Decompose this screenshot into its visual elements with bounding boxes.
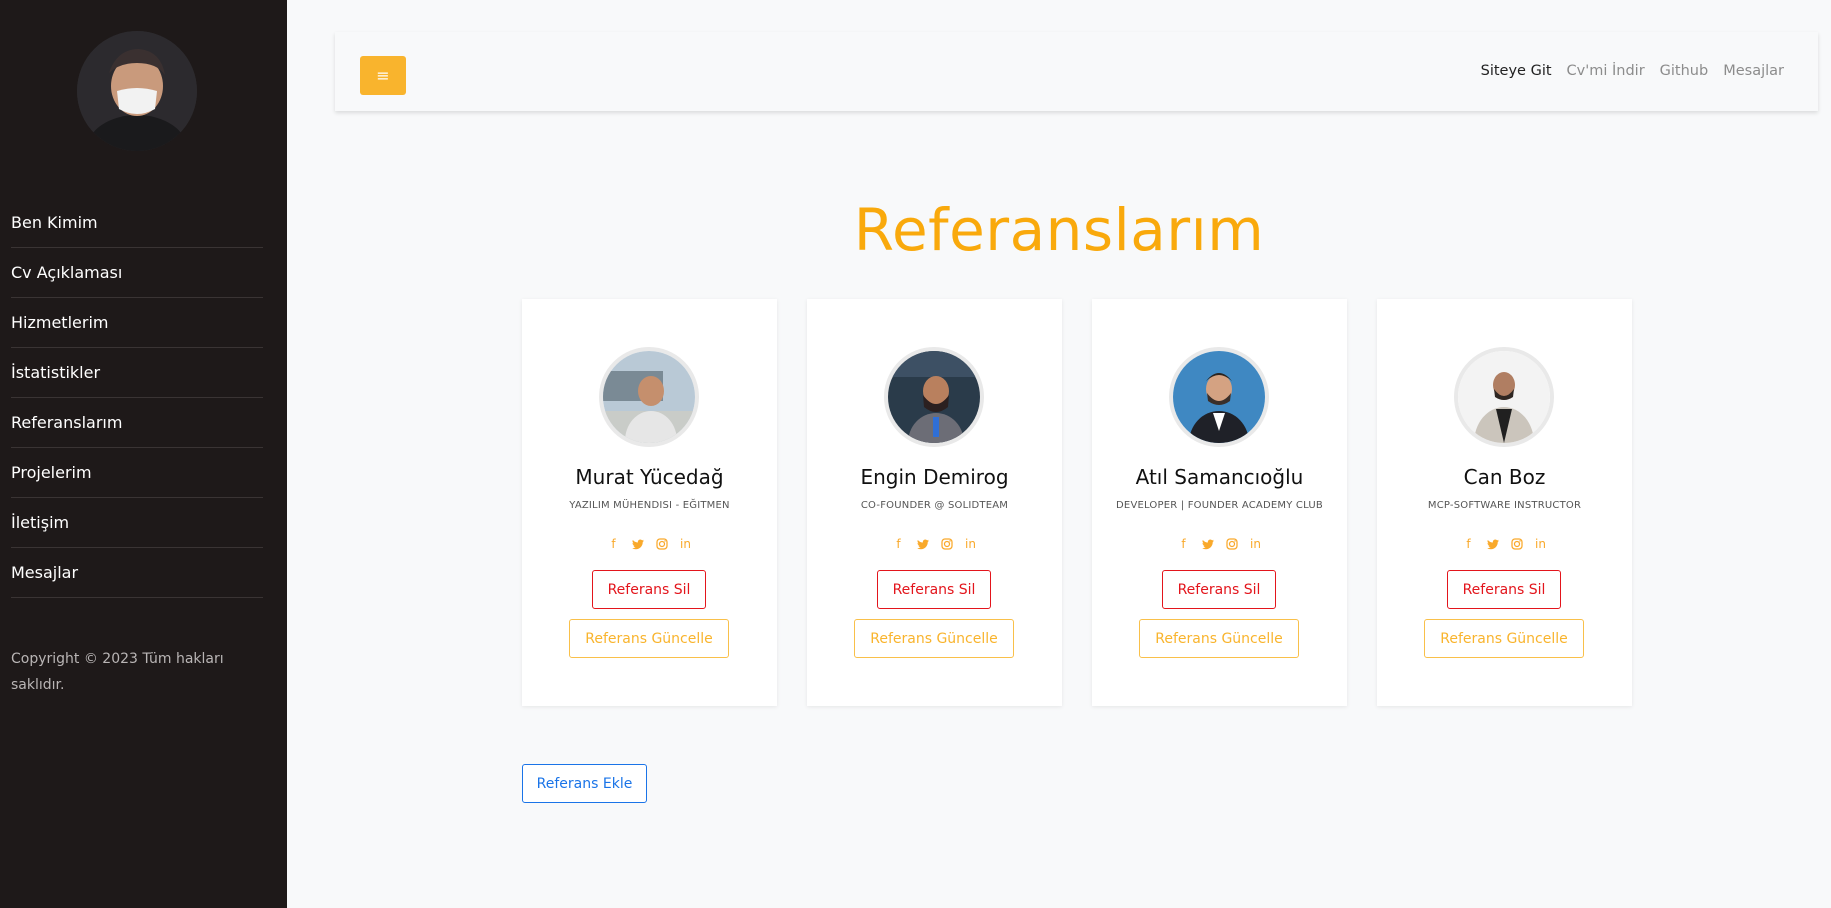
- reference-role: MCP-SOFTWARE INSTRUCTOR: [1427, 500, 1582, 511]
- twitter-icon[interactable]: [631, 537, 644, 551]
- reference-role: YAZILIM MÜHENDISI - EĞITMEN: [569, 500, 730, 511]
- linkedin-icon[interactable]: in: [1535, 537, 1547, 551]
- reference-name: Murat Yücedağ: [575, 465, 724, 489]
- reference-card: Engin Demirog CO-FOUNDER @ SOLIDTEAM f i…: [807, 299, 1062, 706]
- reference-card: Murat Yücedağ YAZILIM MÜHENDISI - EĞITME…: [522, 299, 777, 706]
- facebook-icon[interactable]: f: [893, 537, 905, 551]
- reference-name: Can Boz: [1463, 465, 1546, 489]
- twitter-icon[interactable]: [1486, 537, 1499, 551]
- reference-role: DEVELOPER | FOUNDER ACADEMY CLUB: [1116, 500, 1323, 511]
- linkedin-icon[interactable]: in: [680, 537, 692, 551]
- add-reference-button[interactable]: Referans Ekle: [522, 764, 647, 803]
- reference-card: Can Boz MCP-SOFTWARE INSTRUCTOR f in Ref…: [1377, 299, 1632, 706]
- update-reference-button[interactable]: Referans Güncelle: [569, 619, 729, 658]
- sidebar-item-ben-kimim[interactable]: Ben Kimim: [11, 198, 263, 248]
- link-mesajlar[interactable]: Mesajlar: [1723, 63, 1784, 79]
- linkedin-icon[interactable]: in: [1250, 537, 1262, 551]
- instagram-icon[interactable]: [655, 537, 668, 551]
- update-reference-button[interactable]: Referans Güncelle: [854, 619, 1014, 658]
- sidebar-item-mesajlar[interactable]: Mesajlar: [11, 548, 263, 598]
- sidebar-nav: Ben Kimim Cv Açıklaması Hizmetlerim İsta…: [11, 198, 263, 598]
- twitter-icon[interactable]: [916, 537, 929, 551]
- top-navbar: ≡ Siteye Git Cv'mi İndir Github Mesajlar: [335, 32, 1818, 111]
- instagram-icon[interactable]: [1510, 537, 1523, 551]
- profile-avatar: [77, 31, 197, 151]
- reference-photo: [1169, 347, 1269, 447]
- delete-reference-button[interactable]: Referans Sil: [1162, 570, 1276, 609]
- sidebar-item-hizmetlerim[interactable]: Hizmetlerim: [11, 298, 263, 348]
- facebook-icon[interactable]: f: [1178, 537, 1190, 551]
- social-links: f in: [1092, 537, 1347, 551]
- facebook-icon[interactable]: f: [1463, 537, 1475, 551]
- reference-card: Atıl Samancıoğlu DEVELOPER | FOUNDER ACA…: [1092, 299, 1347, 706]
- reference-role: CO-FOUNDER @ SOLIDTEAM: [860, 500, 1009, 511]
- reference-photo: [599, 347, 699, 447]
- delete-reference-button[interactable]: Referans Sil: [592, 570, 706, 609]
- reference-name: Engin Demirog: [860, 465, 1009, 489]
- reference-cards: Murat Yücedağ YAZILIM MÜHENDISI - EĞITME…: [522, 299, 1632, 706]
- menu-toggle-button[interactable]: ≡: [360, 56, 406, 95]
- sidebar-item-istatistikler[interactable]: İstatistikler: [11, 348, 263, 398]
- delete-reference-button[interactable]: Referans Sil: [877, 570, 991, 609]
- instagram-icon[interactable]: [940, 537, 953, 551]
- page-title: Referanslarım: [853, 196, 1265, 264]
- social-links: f in: [807, 537, 1062, 551]
- link-siteye-git[interactable]: Siteye Git: [1481, 63, 1552, 79]
- update-reference-button[interactable]: Referans Güncelle: [1139, 619, 1299, 658]
- link-cv-indir[interactable]: Cv'mi İndir: [1567, 63, 1645, 79]
- delete-reference-button[interactable]: Referans Sil: [1447, 570, 1561, 609]
- reference-name: Atıl Samancıoğlu: [1135, 465, 1304, 489]
- reference-photo: [884, 347, 984, 447]
- reference-photo: [1454, 347, 1554, 447]
- instagram-icon[interactable]: [1225, 537, 1238, 551]
- link-github[interactable]: Github: [1660, 63, 1709, 79]
- hamburger-icon: ≡: [376, 66, 390, 85]
- twitter-icon[interactable]: [1201, 537, 1214, 551]
- sidebar: Ben Kimim Cv Açıklaması Hizmetlerim İsta…: [0, 0, 287, 908]
- linkedin-icon[interactable]: in: [965, 537, 977, 551]
- social-links: f in: [1377, 537, 1632, 551]
- update-reference-button[interactable]: Referans Güncelle: [1424, 619, 1584, 658]
- sidebar-item-projelerim[interactable]: Projelerim: [11, 448, 263, 498]
- sidebar-item-cv-aciklamasi[interactable]: Cv Açıklaması: [11, 248, 263, 298]
- facebook-icon[interactable]: f: [608, 537, 620, 551]
- sidebar-item-iletisim[interactable]: İletişim: [11, 498, 263, 548]
- copyright-text: Copyright © 2023 Tüm hakları saklıdır.: [11, 651, 224, 693]
- top-links: Siteye Git Cv'mi İndir Github Mesajlar: [1466, 63, 1784, 79]
- sidebar-item-referanslarim[interactable]: Referanslarım: [11, 398, 263, 448]
- social-links: f in: [522, 537, 777, 551]
